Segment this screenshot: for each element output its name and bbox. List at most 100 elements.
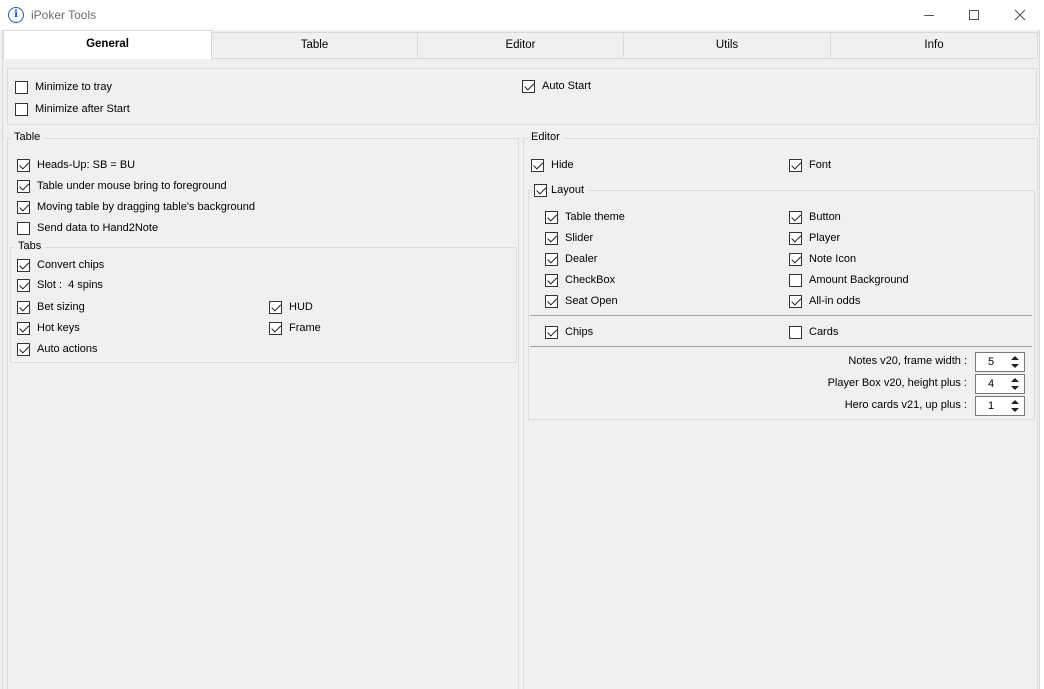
table-foreground-checkbox[interactable]: Table under mouse bring to foreground — [17, 179, 227, 193]
hero-cards-up-label: Hero cards v21, up plus : — [844, 399, 967, 411]
checkbox-box — [545, 231, 558, 245]
minimize-button[interactable] — [906, 0, 952, 30]
player-box-height-value: 4 — [988, 378, 995, 390]
all-in-odds-checkbox[interactable]: All-in odds — [789, 294, 860, 308]
slot-checkbox[interactable]: Slot : 4 spins — [17, 278, 103, 292]
cards-label: Cards — [809, 326, 839, 338]
editor-hide-checkbox[interactable]: Hide — [531, 158, 574, 172]
spinner-arrows-icon[interactable] — [1008, 354, 1022, 370]
amount-background-checkbox[interactable]: Amount Background — [789, 273, 909, 287]
table-group-label: Table — [11, 131, 44, 144]
tab-editor[interactable]: Editor — [417, 32, 624, 57]
editor-font-checkbox[interactable]: Font — [789, 158, 831, 172]
maximize-icon — [969, 10, 979, 20]
checkbox-box — [15, 80, 28, 94]
checkbox-box — [17, 342, 30, 356]
notes-frame-width-spinner[interactable]: 5 — [975, 352, 1025, 372]
tab-utils[interactable]: Utils — [623, 32, 831, 57]
checkbox-option-label: CheckBox — [565, 274, 616, 286]
checkbox-box — [17, 321, 30, 335]
notes-frame-width-value: 5 — [988, 356, 995, 368]
checkbox-box — [17, 158, 30, 172]
player-box-height-spinner[interactable]: 4 — [975, 374, 1025, 394]
table-theme-checkbox[interactable]: Table theme — [545, 210, 625, 224]
checkbox-box — [789, 210, 802, 224]
checkbox-box — [545, 325, 558, 339]
editor-font-label: Font — [809, 159, 832, 171]
checkbox-box — [545, 273, 558, 287]
window-edge-strip — [1040, 30, 1044, 689]
chips-label: Chips — [565, 326, 594, 338]
layout-checkbox[interactable]: Layout — [532, 183, 589, 197]
tab-general[interactable]: General — [3, 30, 212, 59]
editor-hide-label: Hide — [551, 159, 574, 171]
chips-checkbox[interactable]: Chips — [545, 325, 593, 339]
auto-start-label: Auto Start — [542, 80, 591, 92]
minimize-to-tray-label: Minimize to tray — [35, 81, 113, 93]
table-foreground-label: Table under mouse bring to foreground — [37, 180, 227, 192]
player-label: Player — [809, 232, 841, 244]
convert-chips-label: Convert chips — [37, 259, 105, 271]
notes-frame-width-label: Notes v20, frame width : — [848, 355, 967, 367]
player-box-height-label: Player Box v20, height plus : — [827, 377, 967, 389]
checkbox-box — [545, 294, 558, 308]
window-title: iPoker Tools — [31, 8, 97, 22]
checkbox-box — [789, 231, 802, 245]
cards-checkbox[interactable]: Cards — [789, 325, 838, 339]
auto-actions-checkbox[interactable]: Auto actions — [17, 342, 98, 356]
maximize-button[interactable] — [951, 0, 997, 30]
dealer-checkbox[interactable]: Dealer — [545, 252, 597, 266]
tab-strip: General Table Editor Utils Info — [0, 30, 1044, 59]
hud-label: HUD — [289, 301, 313, 313]
checkbox-box — [17, 300, 30, 314]
hero-cards-up-spinner[interactable]: 1 — [975, 396, 1025, 416]
moving-table-checkbox[interactable]: Moving table by dragging table's backgro… — [17, 200, 255, 214]
checkbox-box — [789, 158, 802, 172]
spinner-arrows-icon[interactable] — [1008, 376, 1022, 392]
seat-open-checkbox[interactable]: Seat Open — [545, 294, 618, 308]
checkbox-box — [15, 102, 28, 116]
minimize-to-tray-checkbox[interactable]: Minimize to tray — [15, 80, 112, 94]
convert-chips-checkbox[interactable]: Convert chips — [17, 258, 104, 272]
close-button[interactable] — [997, 0, 1043, 30]
checkbox-box — [17, 278, 30, 292]
checkbox-box — [789, 252, 802, 266]
send-hand2note-label: Send data to Hand2Note — [37, 222, 159, 234]
checkbox-box — [545, 210, 558, 224]
checkbox-box — [269, 300, 282, 314]
tab-table[interactable]: Table — [211, 32, 418, 57]
tab-info[interactable]: Info — [830, 32, 1038, 57]
slider-checkbox[interactable]: Slider — [545, 231, 593, 245]
heads-up-checkbox[interactable]: Heads-Up: SB = BU — [17, 158, 135, 172]
note-icon-label: Note Icon — [809, 253, 857, 265]
button-checkbox[interactable]: Button — [789, 210, 841, 224]
player-checkbox[interactable]: Player — [789, 231, 840, 245]
checkbox-box — [789, 273, 802, 287]
close-icon — [1014, 9, 1026, 21]
checkbox-box — [789, 325, 802, 339]
checkbox-box — [534, 183, 547, 197]
heads-up-label: Heads-Up: SB = BU — [37, 159, 136, 171]
bet-sizing-label: Bet sizing — [37, 301, 85, 313]
spinner-arrows-icon[interactable] — [1008, 398, 1022, 414]
checkbox-box — [522, 79, 535, 93]
checkbox-box — [17, 258, 30, 272]
checkbox-box — [17, 200, 30, 214]
hud-checkbox[interactable]: HUD — [269, 300, 313, 314]
hot-keys-checkbox[interactable]: Hot keys — [17, 321, 80, 335]
frame-label: Frame — [289, 322, 321, 334]
layout-separator-bottom — [530, 346, 1032, 347]
note-icon-checkbox[interactable]: Note Icon — [789, 252, 856, 266]
checkbox-option-checkbox[interactable]: CheckBox — [545, 273, 615, 287]
frame-checkbox[interactable]: Frame — [269, 321, 321, 335]
seat-open-label: Seat Open — [565, 295, 618, 307]
moving-table-label: Moving table by dragging table's backgro… — [37, 201, 255, 213]
send-hand2note-checkbox[interactable]: Send data to Hand2Note — [17, 221, 158, 235]
checkbox-box — [17, 179, 30, 193]
auto-start-checkbox[interactable]: Auto Start — [522, 79, 591, 93]
checkbox-box — [789, 294, 802, 308]
bet-sizing-checkbox[interactable]: Bet sizing — [17, 300, 85, 314]
minimize-after-start-checkbox[interactable]: Minimize after Start — [15, 102, 130, 116]
table-theme-label: Table theme — [565, 211, 625, 223]
layout-label: Layout — [551, 184, 585, 196]
